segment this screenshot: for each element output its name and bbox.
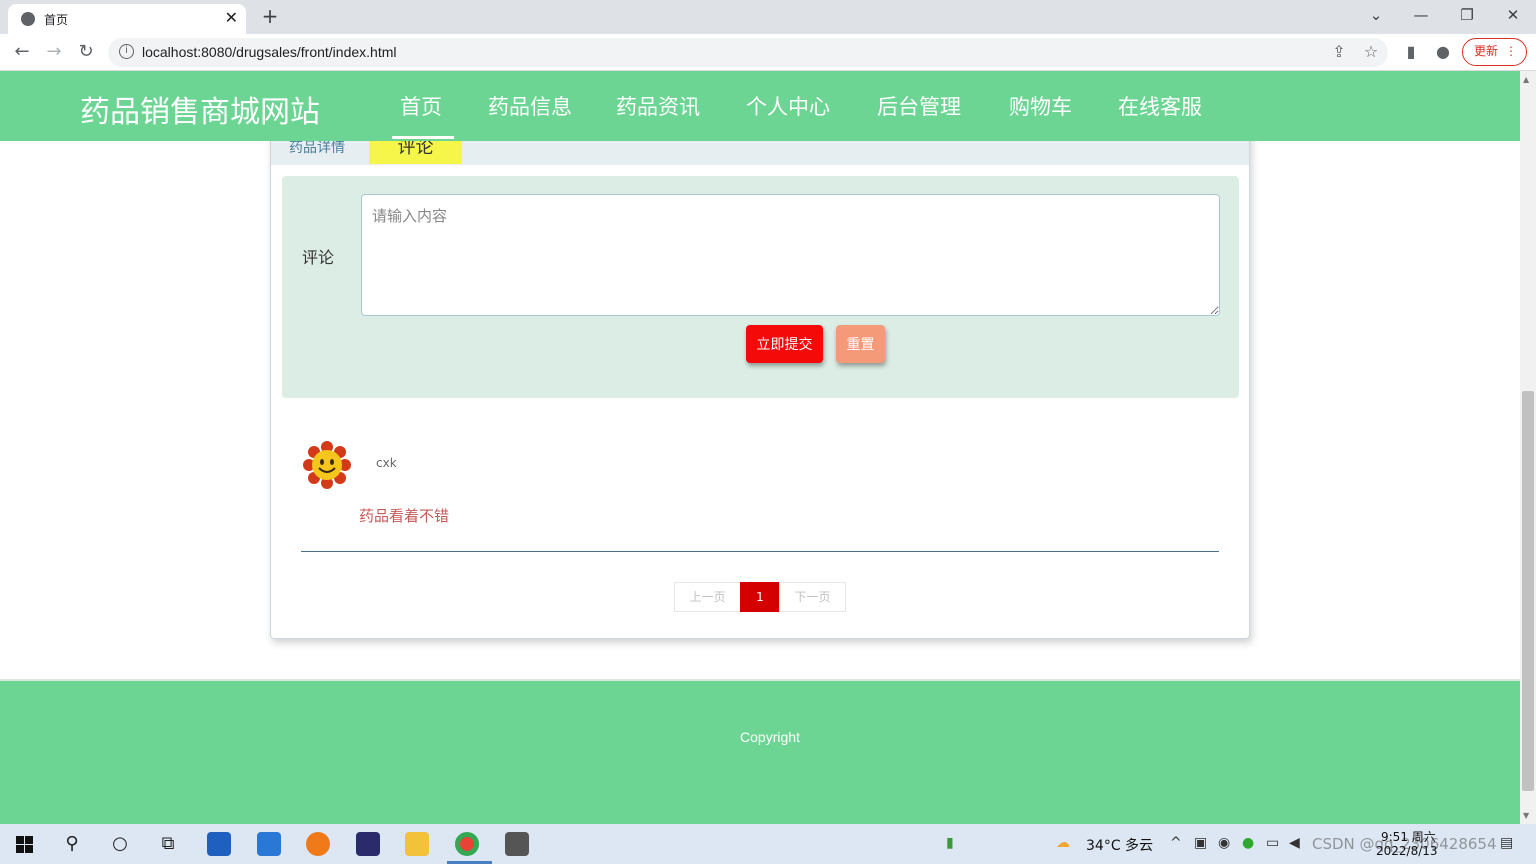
- cortana-icon[interactable]: ○: [107, 833, 133, 854]
- side-panel-icon[interactable]: ▮: [1400, 42, 1422, 61]
- firefox-icon[interactable]: [306, 832, 330, 856]
- comment-divider: [301, 551, 1219, 552]
- comment-form: 评论 立即提交 重置: [282, 176, 1239, 398]
- nav-active-indicator: [392, 136, 454, 139]
- comment-username: cxk: [376, 456, 397, 470]
- volume-icon[interactable]: ◀: [1289, 835, 1300, 851]
- detail-card: 药品详情 评论 评论 立即提交 重置 cxk 药品看着不错 上一页 1 下一页: [270, 120, 1250, 639]
- site-info-icon[interactable]: i: [119, 44, 134, 59]
- forward-icon[interactable]: →: [42, 41, 66, 62]
- tray-app-icon[interactable]: ▣: [1194, 835, 1207, 851]
- tab-search-icon[interactable]: ⌄: [1361, 6, 1391, 24]
- notification-icon[interactable]: ▤: [1500, 835, 1513, 851]
- avatar: [303, 441, 351, 489]
- mail-icon[interactable]: [257, 832, 281, 856]
- site-title: 药品销售商城网站: [80, 95, 320, 130]
- minimize-icon[interactable]: —: [1406, 6, 1436, 24]
- url-text[interactable]: localhost:8080/drugsales/front/index.htm…: [142, 44, 396, 60]
- nav-home[interactable]: 首页: [400, 91, 442, 121]
- profile-icon[interactable]: ●: [1432, 42, 1454, 61]
- copyright-text: Copyright: [740, 729, 800, 745]
- browser-tab-title: 首页: [44, 13, 69, 27]
- tray-green-icon[interactable]: ●: [1242, 835, 1254, 851]
- site-footer: Copyright: [0, 679, 1520, 824]
- file-explorer-icon[interactable]: [405, 832, 429, 856]
- ide-icon[interactable]: [356, 832, 380, 856]
- battery-icon[interactable]: ▭: [1266, 835, 1279, 851]
- weather-icon: ☁: [1056, 835, 1070, 851]
- comment-input[interactable]: [361, 194, 1220, 316]
- clock-time[interactable]: 9:51 周六: [1381, 828, 1436, 845]
- close-tab-icon[interactable]: ✕: [225, 8, 238, 27]
- windows-start-icon[interactable]: [16, 836, 33, 853]
- address-bar[interactable]: i localhost:8080/drugsales/front/index.h…: [108, 38, 1388, 67]
- nav-drug-news[interactable]: 药品资讯: [616, 91, 700, 121]
- site-header: 药品销售商城网站 首页 药品信息 药品资讯 个人中心 后台管理 购物车 在线客服: [0, 71, 1520, 141]
- chrome-icon[interactable]: [455, 832, 479, 856]
- update-label: 更新: [1474, 44, 1499, 58]
- nav-online-service[interactable]: 在线客服: [1118, 91, 1202, 121]
- tray-chevron-icon[interactable]: ^: [1170, 835, 1182, 851]
- page-1-button[interactable]: 1: [740, 582, 780, 612]
- comment-text: 药品看着不错: [359, 507, 450, 525]
- submit-button[interactable]: 立即提交: [746, 325, 823, 363]
- prev-page-button[interactable]: 上一页: [674, 582, 741, 612]
- globe-icon: [21, 12, 35, 26]
- comment-label: 评论: [302, 248, 335, 267]
- back-icon[interactable]: ←: [10, 41, 34, 62]
- nav-drug-info[interactable]: 药品信息: [488, 91, 572, 121]
- update-button[interactable]: 更新 ⋮: [1462, 38, 1527, 66]
- browser-tab-strip: 首页 ✕ + ⌄ — ❐ ✕: [0, 0, 1536, 34]
- search-icon[interactable]: ⚲: [59, 833, 85, 854]
- reload-icon[interactable]: ↻: [74, 41, 98, 62]
- browser-toolbar: ← → ↻ i localhost:8080/drugsales/front/i…: [0, 34, 1536, 71]
- bookmark-star-icon[interactable]: ☆: [1360, 42, 1382, 61]
- taskbar: ⚲ ○ ⧉ ▮ ☁ 34°C 多云 ^ ▣ ◉ ● ▭ ◀ CSDN @qq_2…: [0, 824, 1536, 864]
- share-icon[interactable]: ⇪: [1328, 42, 1350, 61]
- reset-button[interactable]: 重置: [836, 325, 885, 363]
- qq-icon[interactable]: ◉: [1218, 835, 1230, 851]
- weather-text[interactable]: 34°C 多云: [1086, 835, 1153, 855]
- task-view-icon[interactable]: ⧉: [155, 833, 181, 854]
- battery-app-icon[interactable]: ▮: [946, 835, 954, 851]
- terminal-icon[interactable]: [505, 832, 529, 856]
- next-page-button[interactable]: 下一页: [779, 582, 846, 612]
- store-icon[interactable]: [207, 832, 231, 856]
- nav-personal-center[interactable]: 个人中心: [746, 91, 830, 121]
- scroll-down-icon[interactable]: ▼: [1523, 811, 1529, 820]
- nav-cart[interactable]: 购物车: [1009, 91, 1072, 121]
- page-scrollbar[interactable]: ▲ ▼: [1520, 71, 1536, 824]
- scroll-up-icon[interactable]: ▲: [1523, 75, 1529, 84]
- nav-admin[interactable]: 后台管理: [877, 91, 961, 121]
- menu-icon: ⋮: [1505, 44, 1517, 58]
- new-tab-button[interactable]: +: [258, 4, 282, 28]
- restore-icon[interactable]: ❐: [1452, 6, 1482, 24]
- clock-date[interactable]: 2022/8/13: [1376, 844, 1438, 858]
- window-close-icon[interactable]: ✕: [1498, 6, 1528, 24]
- browser-tab[interactable]: 首页 ✕: [8, 4, 246, 34]
